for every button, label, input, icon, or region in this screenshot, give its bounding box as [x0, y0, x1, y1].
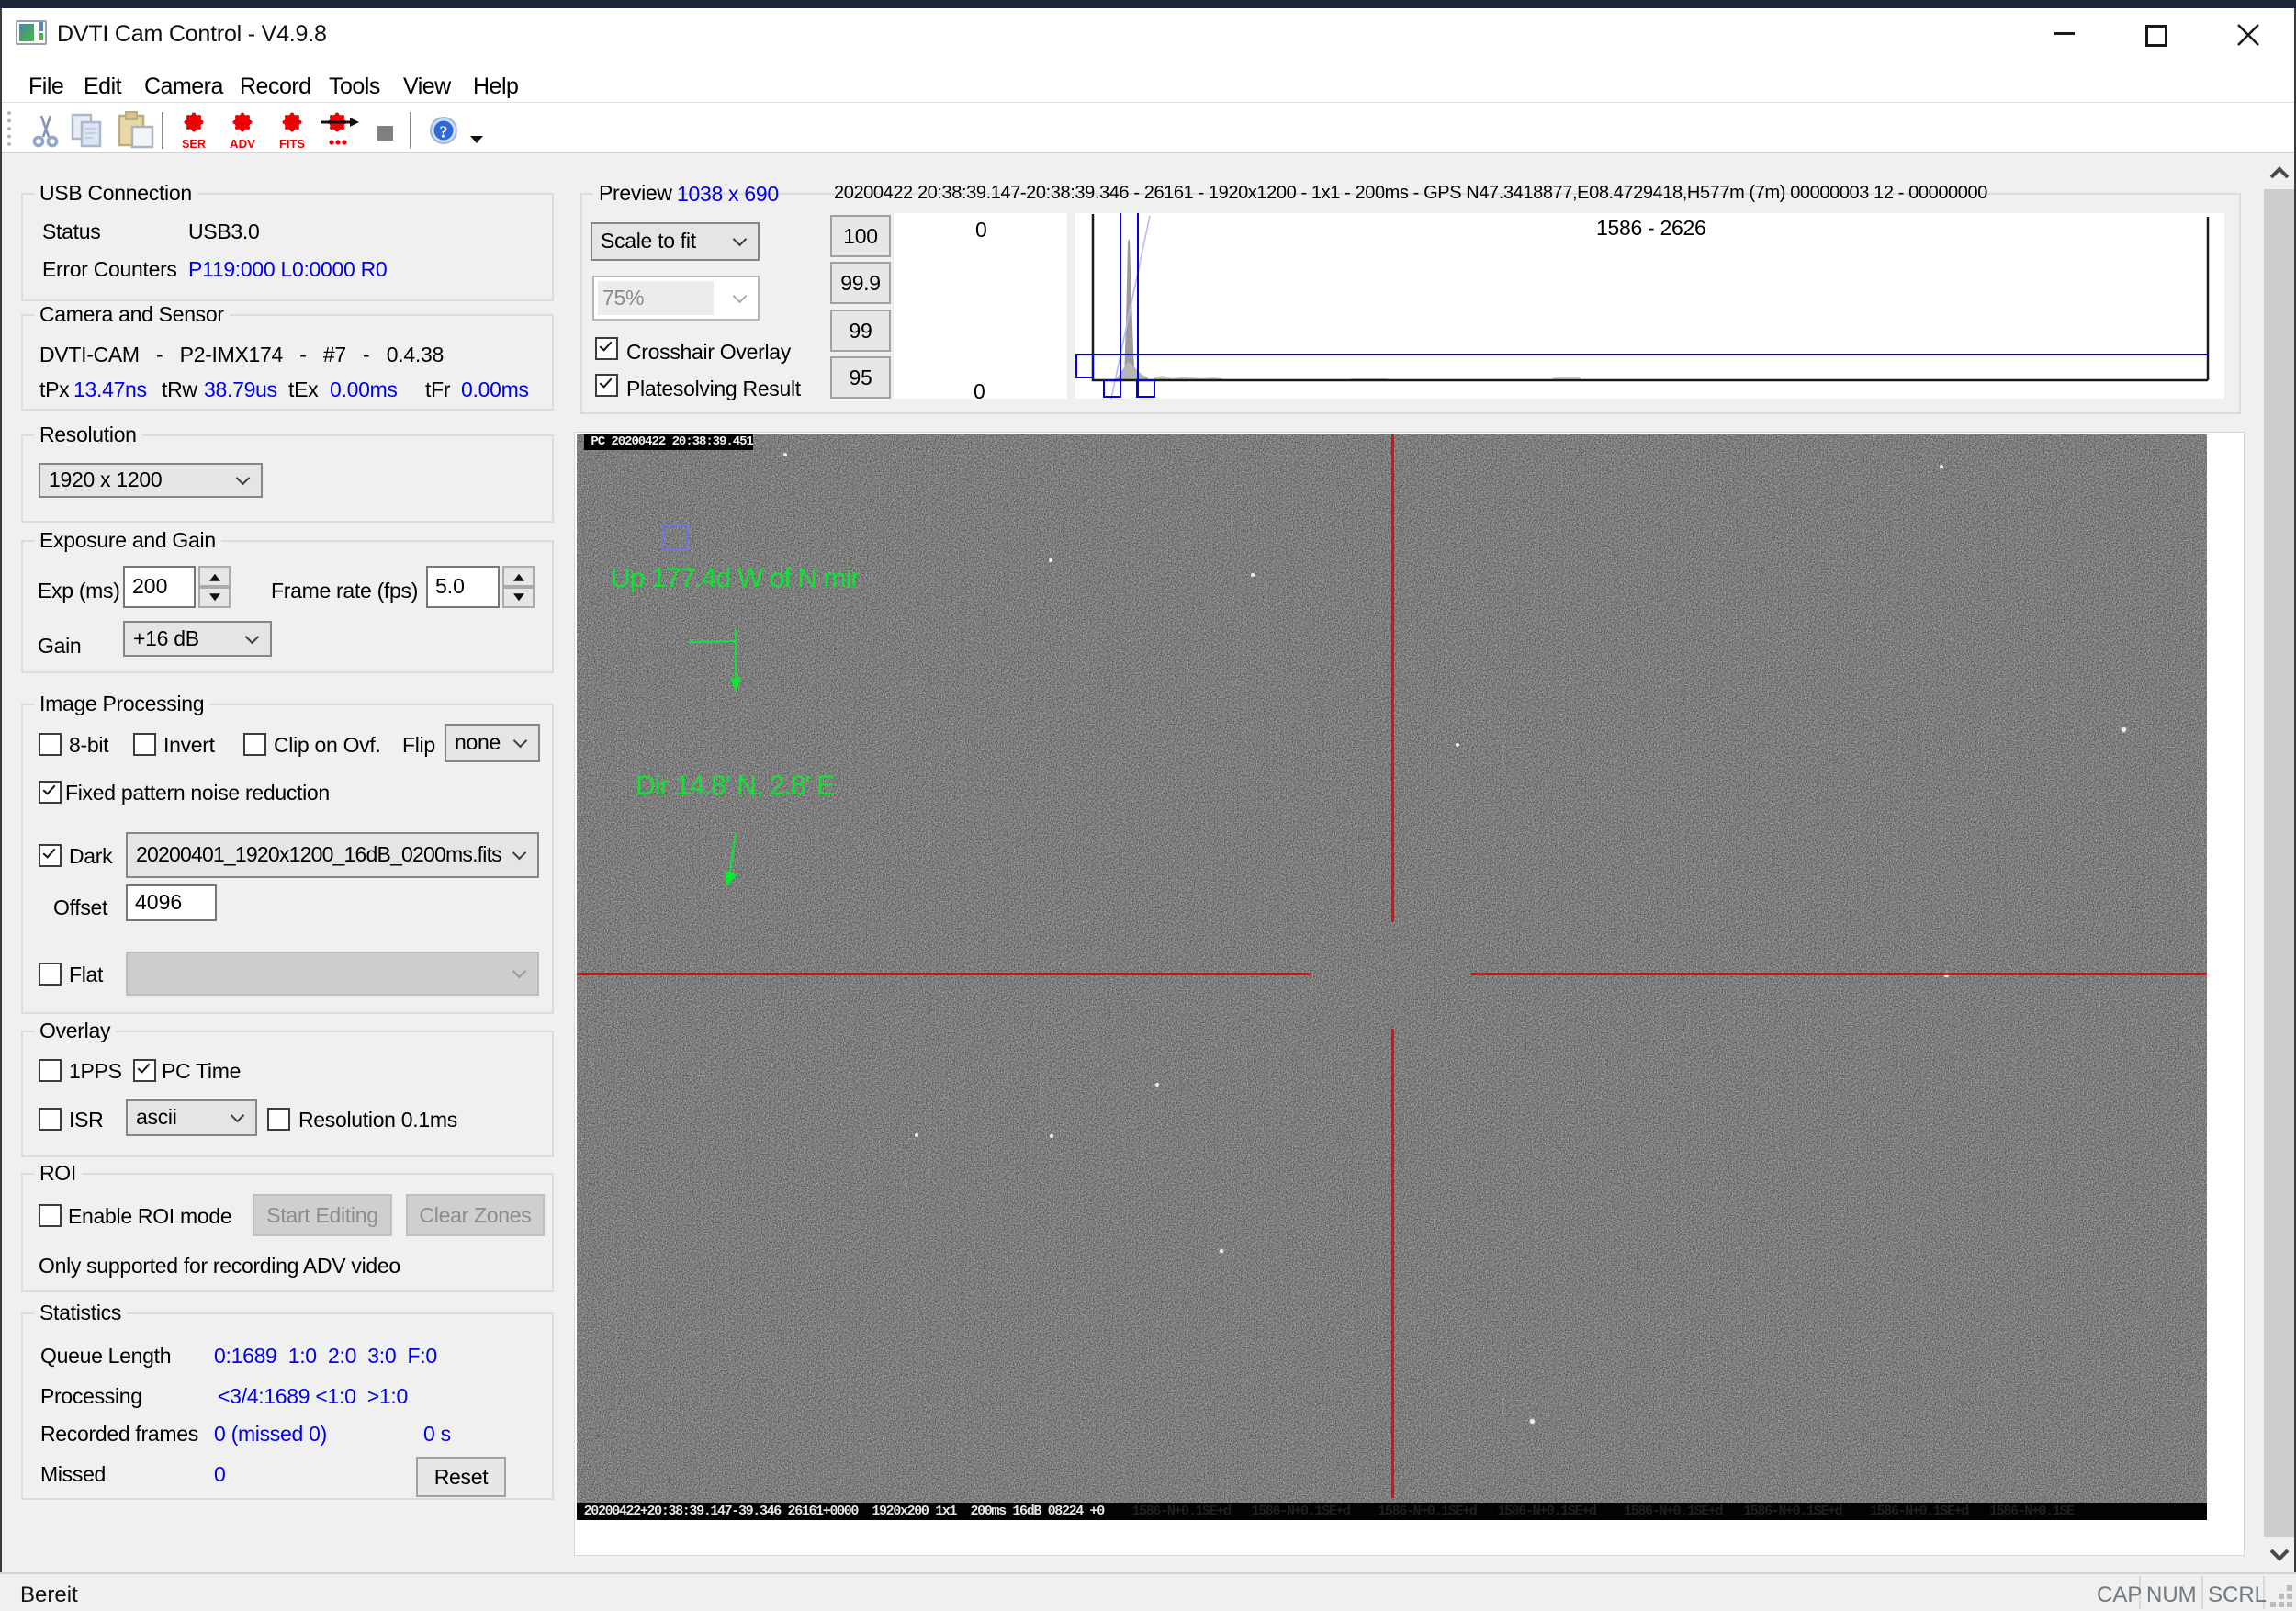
- svg-text:?: ?: [440, 123, 448, 141]
- svg-text:ADV: ADV: [230, 137, 255, 150]
- svg-text:FITS: FITS: [279, 137, 305, 150]
- svg-text:SER: SER: [182, 137, 207, 150]
